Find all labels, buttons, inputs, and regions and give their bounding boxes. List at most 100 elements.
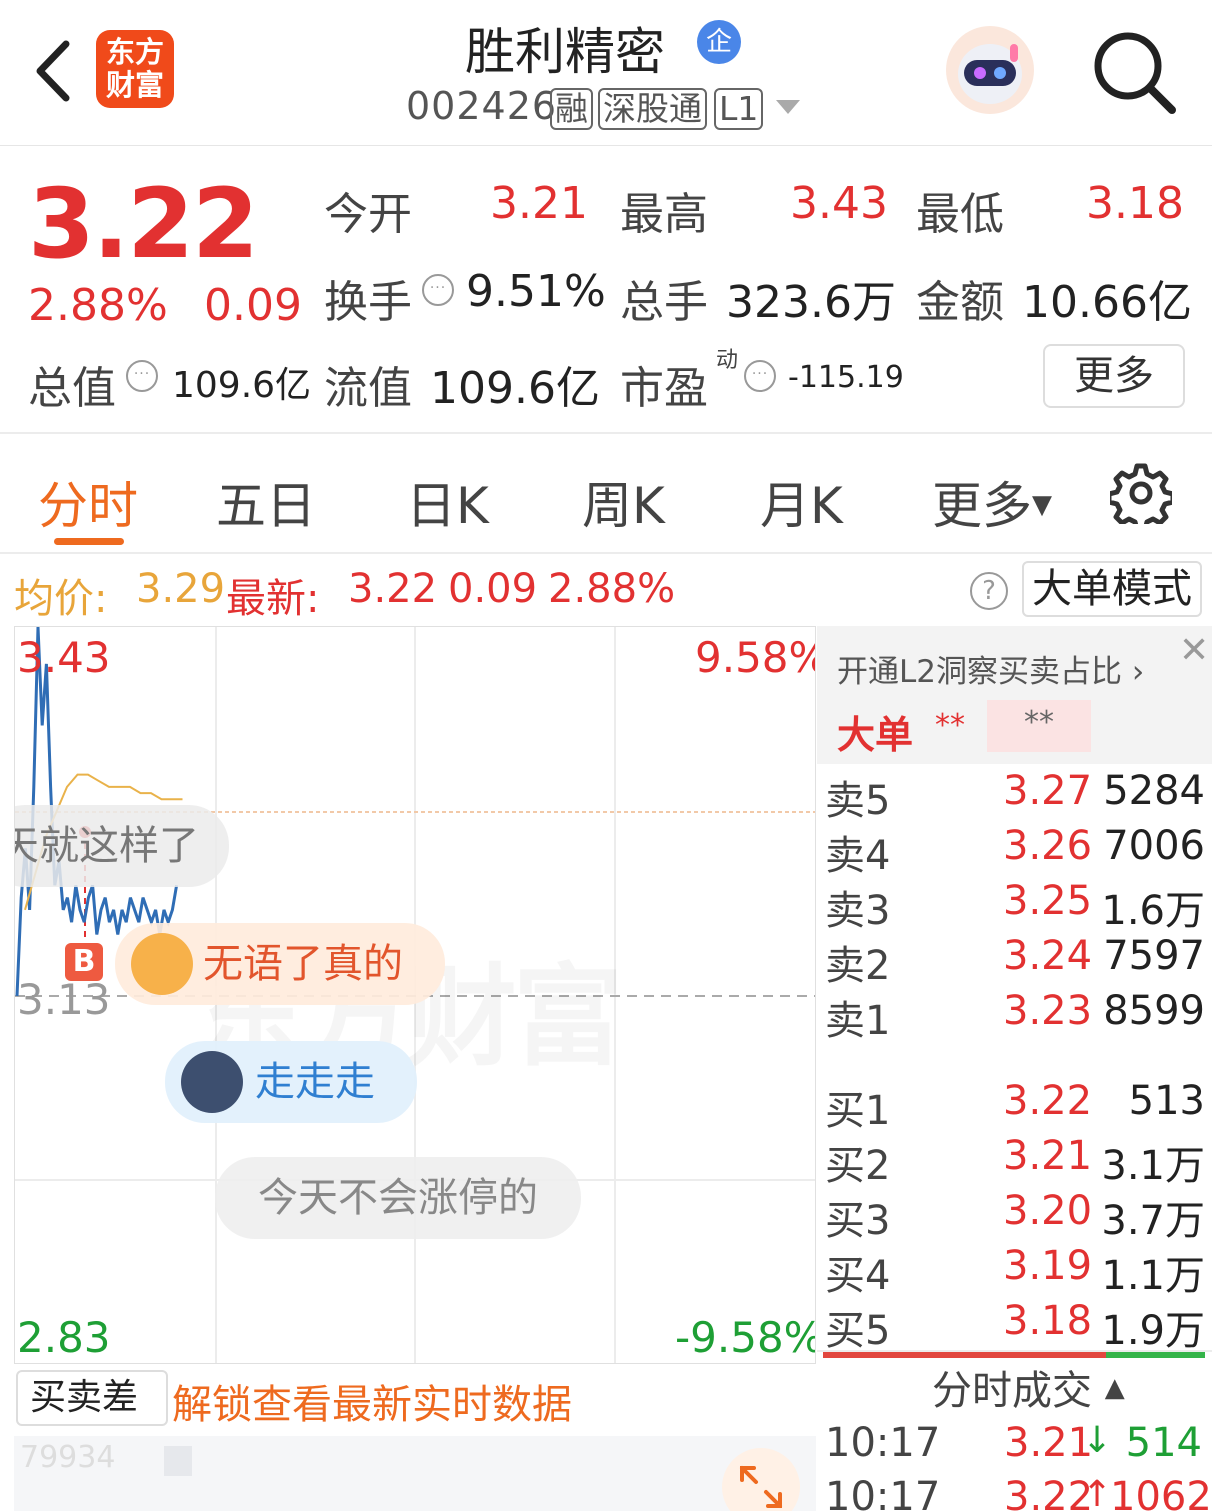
buy-marker-icon[interactable]: B <box>65 943 103 981</box>
float-cap-value: 109.6亿 <box>430 363 600 414</box>
tab-five-day[interactable]: 五日 <box>216 466 316 538</box>
info-dots-icon[interactable]: ··· <box>744 360 776 392</box>
change-percent: 2.88% <box>28 280 168 331</box>
l2-banner[interactable]: 开通L2洞察买卖占比 › ✕ 大单 ** ** <box>817 626 1212 764</box>
y-axis-mid: 3.13 <box>17 975 111 1024</box>
divider <box>0 552 1212 554</box>
amount-value: 10.66亿 <box>1022 277 1192 328</box>
ask-price: 3.26 <box>1003 823 1093 869</box>
bid-label: 买4 <box>825 1253 891 1299</box>
masked-value: ** <box>935 708 965 743</box>
comment-bubble[interactable]: 无语了真的 <box>115 923 445 1005</box>
intraday-chart[interactable]: 东方财富 3.43 3.13 2.83 9.58% -9.58% 天就这样了 B… <box>14 626 816 1364</box>
trade-volume: 514 <box>1125 1420 1202 1466</box>
open-label: 今开 <box>324 189 412 240</box>
avatar <box>181 1051 243 1113</box>
pct-axis-top: 9.58% <box>695 633 816 682</box>
ask-price: 3.24 <box>1003 933 1093 979</box>
active-tab-indicator <box>54 538 124 545</box>
latest-change: 0.09 <box>448 566 538 612</box>
trades-title-text: 分时成交 <box>932 1368 1092 1414</box>
stock-name[interactable]: 胜利精密 <box>440 12 690 84</box>
robot-assistant-icon[interactable] <box>944 24 1036 116</box>
avg-price-label: 均价: <box>14 576 108 622</box>
high-label: 最高 <box>620 189 708 240</box>
y-axis-bottom: 2.83 <box>17 1313 111 1362</box>
trade-price: 3.22 <box>1004 1474 1094 1511</box>
bid-price: 3.20 <box>1003 1188 1093 1234</box>
divider <box>0 432 1212 434</box>
l2-banner-text: 开通L2洞察买卖占比 › <box>837 654 1145 690</box>
comment-bubble[interactable]: 天就这样了 <box>15 805 229 887</box>
info-dots-icon[interactable]: ··· <box>422 274 454 306</box>
unlock-realtime-link[interactable]: 解锁查看最新实时数据 <box>172 1372 572 1430</box>
latest-label: 最新: <box>226 576 320 622</box>
trade-direction-icon: ↓ <box>1082 1420 1113 1461</box>
trades-title[interactable]: 分时成交 ▲ <box>932 1358 1125 1416</box>
low-value: 3.18 <box>1086 178 1184 229</box>
avatar <box>131 933 193 995</box>
bid-price: 3.22 <box>1003 1078 1093 1124</box>
comment-bubble[interactable]: 今天不会涨停的 <box>215 1157 581 1239</box>
stock-code: 002426 <box>406 84 558 128</box>
enterprise-badge-icon: 企 <box>697 20 741 64</box>
ask-volume: 8599 <box>1103 988 1205 1034</box>
logo-text-top: 东方 <box>105 35 164 69</box>
market-cap-label: 总值 <box>28 363 116 414</box>
back-arrow-icon[interactable] <box>28 36 88 106</box>
caret-down-icon: ▼ <box>1032 490 1052 520</box>
market-cap-value: 109.6亿 <box>172 365 312 406</box>
ask-label: 卖1 <box>825 998 891 1044</box>
info-dots-icon[interactable]: ··· <box>126 360 158 392</box>
big-order-mode-button[interactable]: 大单模式 <box>1022 561 1202 617</box>
app-logo[interactable]: 东方 财富 <box>96 30 174 108</box>
comment-text: 无语了真的 <box>203 941 403 987</box>
subchart-bar <box>164 1446 192 1476</box>
bid-volume: 513 <box>1128 1078 1205 1124</box>
bid-volume: 3.1万 <box>1101 1143 1205 1189</box>
tab-weekly-k[interactable]: 周K <box>582 466 665 538</box>
trade-time: 10:17 <box>825 1420 941 1466</box>
trade-time: 10:17 <box>825 1474 941 1511</box>
trade-direction-icon: ↑ <box>1082 1474 1113 1511</box>
tab-more-label: 更多 <box>932 477 1032 535</box>
ask-volume: 7006 <box>1103 823 1205 869</box>
ask-label: 卖3 <box>825 888 891 934</box>
expand-icon <box>740 1466 782 1508</box>
tag-margin: 融 <box>550 88 593 130</box>
expand-button[interactable] <box>722 1448 800 1511</box>
y-axis-top: 3.43 <box>17 633 111 682</box>
buy-sell-diff-select[interactable]: 买卖差 ▼ <box>16 1370 168 1462</box>
pe-dynamic-sup: 动 <box>716 348 739 373</box>
trade-volume: 1062 <box>1110 1474 1212 1511</box>
search-icon[interactable] <box>1090 28 1178 116</box>
divider <box>817 1350 1212 1352</box>
latest-change-pct: 2.88% <box>548 566 676 612</box>
subchart-value: 79934 <box>20 1440 116 1475</box>
tab-daily-k[interactable]: 日K <box>406 466 489 538</box>
logo-text-bottom: 财富 <box>105 68 164 102</box>
caret-up-icon: ▲ <box>1104 1373 1125 1403</box>
pe-label: 市盈 <box>620 363 708 414</box>
turnover-value: 9.51% <box>466 266 606 317</box>
close-icon[interactable]: ✕ <box>1179 630 1209 671</box>
tab-intraday[interactable]: 分时 <box>38 466 138 538</box>
help-icon[interactable]: ? <box>970 572 1008 610</box>
tab-more[interactable]: 更多▼ <box>932 466 1052 538</box>
settings-gear-icon[interactable] <box>1110 462 1172 524</box>
ask-label: 卖5 <box>825 778 891 824</box>
more-quote-button[interactable]: 更多 <box>1043 344 1185 408</box>
float-cap-label: 流值 <box>324 363 412 414</box>
bid-volume: 3.7万 <box>1101 1198 1205 1244</box>
volume-value: 323.6万 <box>726 277 896 328</box>
comment-bubble[interactable]: 走走走 <box>165 1041 417 1123</box>
tab-monthly-k[interactable]: 月K <box>760 466 843 538</box>
tag-level: L1 <box>714 88 764 130</box>
ask-price: 3.25 <box>1003 878 1093 924</box>
chevron-down-icon[interactable] <box>776 100 800 114</box>
high-value: 3.43 <box>790 178 888 229</box>
subchart-blur: 79934 <box>14 1436 816 1511</box>
latest-value: 3.22 <box>348 566 438 612</box>
change-amount: 0.09 <box>204 280 302 331</box>
avg-price-value: 3.29 <box>136 566 226 612</box>
